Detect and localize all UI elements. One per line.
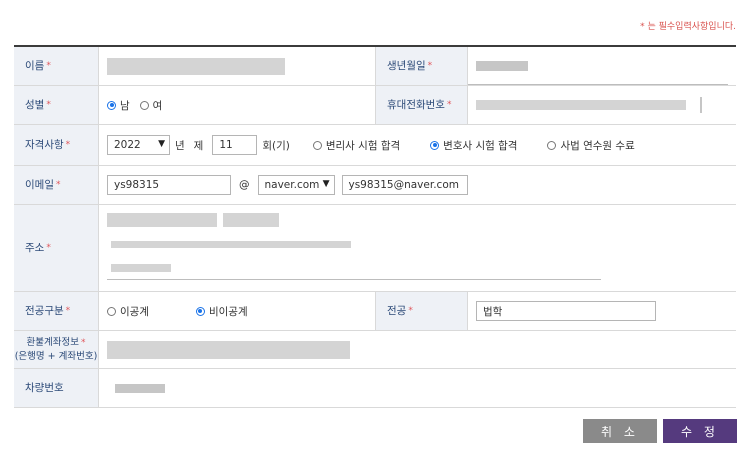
cancel-button[interactable]: 취 소: [583, 419, 657, 443]
major-type-label: 전공구분 *: [14, 292, 99, 330]
phone-label: 휴대전화번호 *: [375, 86, 468, 124]
required-mark: *: [446, 100, 452, 110]
row-email: 이메일 * ys98315 @ naver.com ▼ ys98315@naver…: [14, 166, 736, 205]
row-major: 전공구분 * 이공계 비이공계 전공 * 법학: [14, 292, 736, 331]
member-edit-form: 이름 * 생년월일 * 성별 * 남 여 휴대전화번호 * 자격사항 * 202…: [14, 45, 736, 408]
gender-options: 남 여: [99, 86, 375, 124]
chevron-down-icon: ▼: [322, 179, 330, 189]
major-value: 법학: [468, 292, 736, 330]
name-field-blurred[interactable]: [107, 57, 285, 75]
address-underline: [107, 279, 601, 280]
email-label: 이메일 *: [14, 166, 99, 204]
phone-value: [468, 86, 736, 124]
name-label: 이름 *: [14, 47, 99, 85]
required-mark: *: [46, 100, 51, 110]
round-prefix: 제: [193, 139, 204, 152]
birth-field-blurred[interactable]: [476, 61, 528, 71]
chevron-down-icon: ▼: [158, 139, 165, 149]
address-zip-button-blurred[interactable]: [223, 213, 279, 227]
email-full-input[interactable]: ys98315@naver.com: [341, 175, 468, 195]
name-value: [99, 47, 375, 85]
radio-unselected-icon: [547, 140, 557, 150]
radio-selected-icon: [195, 306, 205, 316]
year-suffix: 년: [175, 139, 185, 152]
radio-selected-icon: [430, 140, 440, 150]
refund-account-blurred[interactable]: [107, 340, 350, 359]
required-mark: *: [55, 180, 61, 190]
email-value: ys98315 @ naver.com ▼ ys98315@naver.com: [99, 166, 736, 204]
required-mark: *: [46, 243, 51, 253]
car-number-value: [99, 369, 736, 407]
radio-selected-icon: [107, 100, 116, 110]
major-nonscience-radio[interactable]: 비이공계: [195, 304, 248, 319]
qualification-year-select[interactable]: 2022 ▼: [107, 135, 170, 155]
major-label: 전공 *: [375, 292, 468, 330]
birth-label: 생년월일 *: [375, 47, 468, 85]
birth-underline: [468, 84, 728, 85]
address-value: [99, 205, 736, 291]
phone-field-edge: [700, 97, 702, 113]
round-suffix: 회(기): [262, 139, 290, 152]
row-name-birth: 이름 * 생년월일 *: [14, 47, 736, 86]
row-refund-account: 환불계좌정보 * (은행명 + 계좌번호): [14, 331, 736, 369]
email-id-input[interactable]: ys98315: [107, 175, 231, 195]
qualification-label: 자격사항 *: [14, 125, 99, 165]
address-label: 주소 *: [14, 205, 99, 291]
major-input[interactable]: 법학: [476, 301, 656, 321]
required-mark: *: [80, 337, 86, 348]
address-zip-blurred[interactable]: [107, 213, 217, 227]
car-number-label: 차량번호: [14, 369, 99, 407]
radio-unselected-icon: [139, 100, 149, 110]
row-car-number: 차량번호: [14, 369, 736, 408]
required-note: * 는 필수입력사항입니다.: [640, 22, 736, 32]
address-line1-blurred[interactable]: [111, 241, 351, 248]
refund-account-label: 환불계좌정보 * (은행명 + 계좌번호): [14, 331, 99, 368]
qualification-value: 2022 ▼ 년 제 11 회(기) 변리사 시험 합격 변호사 시험 합격 사…: [99, 125, 736, 165]
required-mark: *: [65, 306, 71, 316]
qual-lawyer-radio[interactable]: 변호사 시험 합격: [430, 138, 517, 153]
radio-unselected-icon: [312, 140, 322, 150]
radio-unselected-icon: [107, 306, 116, 316]
birth-value: [468, 47, 736, 85]
email-at: @: [239, 179, 250, 191]
refund-account-value: [99, 331, 736, 368]
row-gender-phone: 성별 * 남 여 휴대전화번호 *: [14, 86, 736, 125]
major-science-radio[interactable]: 이공계: [107, 304, 149, 319]
required-mark: *: [46, 61, 51, 71]
gender-female-radio[interactable]: 여: [139, 98, 162, 113]
email-domain-select[interactable]: naver.com ▼: [257, 175, 335, 195]
major-type-options: 이공계 비이공계: [99, 292, 375, 330]
required-mark: *: [65, 140, 71, 150]
qual-judicial-radio[interactable]: 사법 연수원 수료: [547, 138, 635, 153]
qualification-round-input[interactable]: 11: [212, 135, 258, 155]
phone-field-blurred[interactable]: [476, 100, 686, 110]
row-qualification: 자격사항 * 2022 ▼ 년 제 11 회(기) 변리사 시험 합격 변호사 시…: [14, 125, 736, 166]
gender-male-radio[interactable]: 남: [107, 98, 130, 113]
qual-patent-radio[interactable]: 변리사 시험 합격: [312, 138, 400, 153]
address-line2-blurred[interactable]: [111, 264, 171, 272]
required-mark: *: [427, 61, 433, 71]
submit-button[interactable]: 수 정: [663, 419, 737, 443]
row-address: 주소 *: [14, 205, 736, 292]
car-number-blurred[interactable]: [115, 383, 165, 393]
required-mark: *: [408, 306, 413, 316]
gender-label: 성별 *: [14, 86, 99, 124]
